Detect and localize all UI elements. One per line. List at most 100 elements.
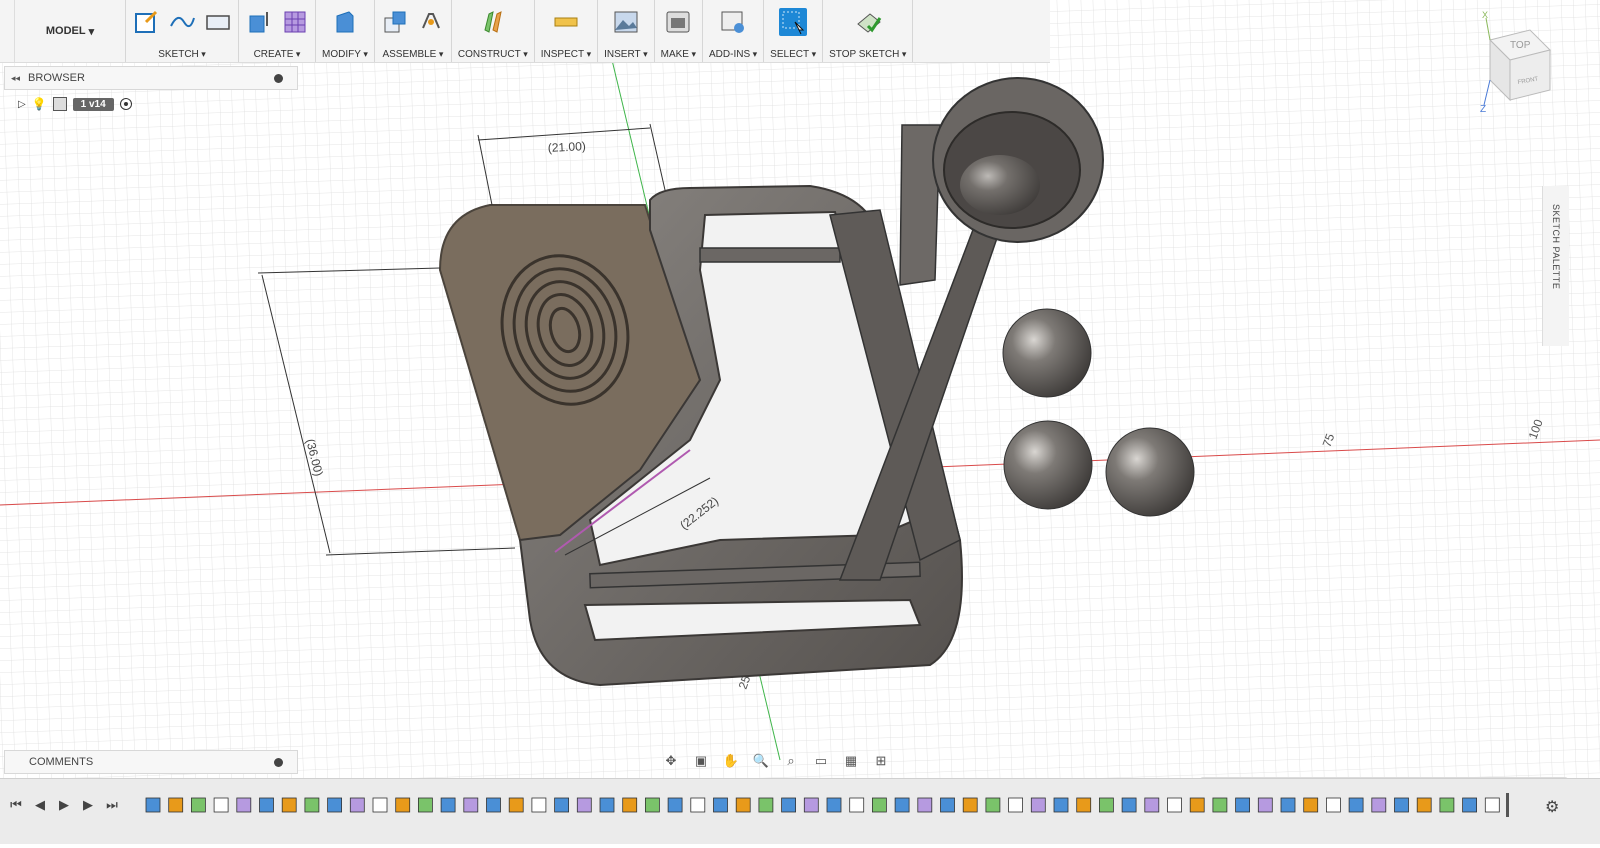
pan-icon[interactable]: ✋ bbox=[720, 753, 742, 769]
collapse-icon[interactable]: ◂◂ bbox=[11, 73, 20, 84]
timeline-feature-icon[interactable] bbox=[1167, 797, 1182, 813]
timeline-feature-icon[interactable] bbox=[213, 797, 229, 813]
sketch-palette-tab[interactable]: SKETCH PALETTE bbox=[1542, 186, 1569, 346]
timeline-feature-icon[interactable] bbox=[259, 797, 274, 813]
play-icon[interactable]: ▶ bbox=[56, 797, 72, 813]
timeline-feature-icon[interactable] bbox=[1303, 797, 1319, 813]
extrude-icon[interactable] bbox=[245, 8, 273, 36]
timeline-feature-icon[interactable] bbox=[1076, 797, 1092, 813]
joint-icon[interactable] bbox=[417, 8, 445, 36]
workspace-switcher[interactable]: MODEL ▾ bbox=[15, 0, 126, 62]
timeline-feature-icon[interactable] bbox=[1030, 797, 1046, 813]
browser-panel[interactable]: ◂◂ BROWSER bbox=[4, 66, 298, 90]
timeline-feature-icon[interactable] bbox=[803, 797, 819, 813]
timeline-feature-icon[interactable] bbox=[486, 797, 501, 813]
timeline-feature-icon[interactable] bbox=[440, 797, 456, 813]
inspect-group[interactable]: INSPECT bbox=[535, 0, 599, 62]
stop-sketch-group[interactable]: STOP SKETCH bbox=[823, 0, 914, 62]
go-to-start-icon[interactable]: ⏮ bbox=[8, 797, 24, 813]
press-pull-icon[interactable] bbox=[331, 8, 359, 36]
timeline-feature-icon[interactable] bbox=[327, 797, 343, 813]
offset-plane-icon[interactable] bbox=[479, 8, 507, 36]
timeline-feature-icon[interactable] bbox=[849, 797, 865, 813]
add-comment-icon[interactable] bbox=[274, 757, 283, 767]
fit-icon[interactable]: ⌕ bbox=[780, 753, 802, 769]
stop-sketch-icon[interactable] bbox=[854, 8, 882, 36]
timeline-feature-icon[interactable] bbox=[145, 797, 161, 813]
go-to-end-icon[interactable]: ⏭ bbox=[104, 797, 120, 813]
timeline-feature-icon[interactable] bbox=[395, 797, 411, 813]
timeline-feature-icon[interactable] bbox=[463, 797, 479, 813]
timeline-feature-icon[interactable] bbox=[667, 797, 683, 813]
timeline-feature-icon[interactable] bbox=[917, 797, 933, 813]
timeline-feature-icon[interactable] bbox=[372, 797, 388, 813]
3d-print-icon[interactable] bbox=[664, 8, 692, 36]
timeline-feature-icon[interactable] bbox=[940, 797, 955, 813]
timeline-feature-icon[interactable] bbox=[531, 797, 547, 813]
timeline-feature-icon[interactable] bbox=[236, 797, 252, 813]
timeline-feature-icon[interactable] bbox=[644, 797, 660, 813]
timeline-feature-icon[interactable] bbox=[1439, 797, 1455, 813]
step-back-icon[interactable]: ◀ bbox=[32, 797, 48, 813]
timeline-track[interactable] bbox=[140, 793, 1520, 817]
timeline-settings-gear-icon[interactable]: ⚙ bbox=[1545, 797, 1559, 817]
look-at-icon[interactable]: ▣ bbox=[690, 753, 712, 769]
grid-settings-icon[interactable]: ▦ bbox=[840, 753, 862, 769]
timeline-feature-icon[interactable] bbox=[1484, 797, 1500, 813]
3d-viewport[interactable]: 75 100 25 (21.00) (36.00) (22.252) bbox=[0, 0, 1600, 843]
timeline-feature-icon[interactable] bbox=[1257, 797, 1273, 813]
activate-radio-icon[interactable] bbox=[119, 98, 132, 110]
visibility-bulb-icon[interactable]: 💡 bbox=[32, 97, 47, 111]
timeline-feature-icon[interactable] bbox=[1144, 797, 1160, 813]
minimize-icon[interactable] bbox=[274, 73, 283, 83]
insert-group[interactable]: INSERT bbox=[598, 0, 655, 62]
timeline-feature-icon[interactable] bbox=[622, 797, 638, 813]
select-group[interactable]: SELECT bbox=[764, 0, 824, 62]
timeline-feature-icon[interactable] bbox=[758, 797, 774, 813]
create-sketch-icon[interactable] bbox=[132, 8, 160, 36]
timeline-feature-icon[interactable] bbox=[1416, 797, 1432, 813]
timeline-feature-icon[interactable] bbox=[1371, 797, 1387, 813]
timeline-feature-icon[interactable] bbox=[735, 797, 751, 813]
view-cube-top[interactable]: TOP bbox=[1510, 40, 1531, 51]
timeline-feature-icon[interactable] bbox=[1326, 797, 1341, 813]
timeline-feature-icon[interactable] bbox=[281, 797, 297, 813]
timeline-marker[interactable] bbox=[1506, 793, 1509, 817]
comments-panel[interactable]: COMMENTS bbox=[4, 750, 298, 774]
timeline-feature-icon[interactable] bbox=[1280, 797, 1296, 813]
timeline-feature-icon[interactable] bbox=[690, 797, 706, 813]
expand-arrow-icon[interactable]: ▷ bbox=[18, 99, 26, 110]
toolbar-grip[interactable] bbox=[0, 0, 15, 62]
timeline-feature-icon[interactable] bbox=[1348, 797, 1364, 813]
browser-tree-root[interactable]: ▷ 💡 1 v14 bbox=[18, 96, 132, 112]
timeline-feature-icon[interactable] bbox=[872, 797, 887, 813]
new-component-icon[interactable] bbox=[381, 8, 409, 36]
timeline-feature-icon[interactable] bbox=[985, 797, 1001, 813]
add-ins-group[interactable]: ADD-INS bbox=[703, 0, 765, 62]
timeline-feature-icon[interactable] bbox=[191, 797, 206, 813]
timeline-feature-icon[interactable] bbox=[781, 797, 796, 813]
timeline-feature-icon[interactable] bbox=[1212, 797, 1228, 813]
make-group[interactable]: MAKE bbox=[655, 0, 704, 62]
display-settings-icon[interactable]: ▭ bbox=[810, 753, 832, 769]
modify-group[interactable]: MODIFY bbox=[316, 0, 375, 62]
dimension-width[interactable]: (21.00) bbox=[547, 139, 586, 155]
timeline-feature-icon[interactable] bbox=[1394, 797, 1409, 813]
select-icon[interactable] bbox=[779, 8, 808, 36]
view-cube[interactable]: TOP FRONT X Z bbox=[1470, 10, 1570, 120]
timeline-feature-icon[interactable] bbox=[1099, 797, 1114, 813]
timeline-feature-icon[interactable] bbox=[1235, 797, 1250, 813]
timeline-feature-icon[interactable] bbox=[554, 797, 570, 813]
timeline-feature-icon[interactable] bbox=[304, 797, 320, 813]
sketch-group[interactable]: SKETCH bbox=[126, 0, 239, 62]
component-version-badge[interactable]: 1 v14 bbox=[72, 97, 114, 111]
timeline-feature-icon[interactable] bbox=[417, 797, 433, 813]
scripts-icon[interactable] bbox=[719, 8, 747, 36]
timeline-feature-icon[interactable] bbox=[508, 797, 524, 813]
form-icon[interactable] bbox=[281, 8, 309, 36]
timeline-feature-icon[interactable] bbox=[962, 797, 978, 813]
timeline-feature-icon[interactable] bbox=[349, 797, 365, 813]
timeline-feature-icon[interactable] bbox=[826, 797, 842, 813]
orbit-icon[interactable]: ✥ bbox=[660, 753, 682, 769]
timeline-feature-icon[interactable] bbox=[1189, 797, 1205, 813]
